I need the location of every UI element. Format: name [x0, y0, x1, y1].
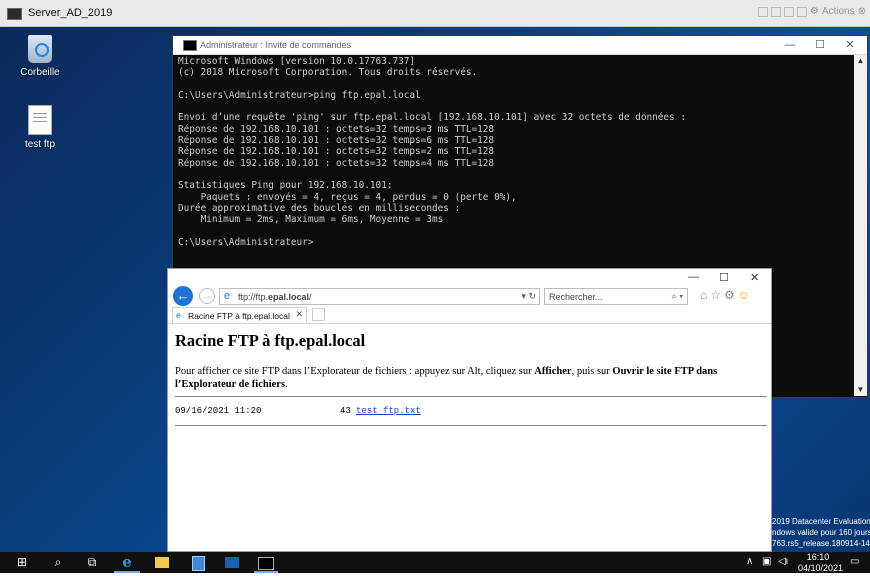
maximize-button[interactable]: ☐	[805, 36, 835, 54]
instructions-part1: Pour afficher ce site FTP dans l’Explora…	[175, 366, 535, 377]
powershell-icon	[225, 557, 239, 568]
vm-controls: ⚙ Actions ⊗	[757, 6, 866, 17]
clock-time: 16:10	[806, 552, 830, 562]
desktop-icon-label: test ftp	[24, 139, 55, 150]
address-bar[interactable]: e ftp://ftp.epal.local/ ▾ ↻	[219, 288, 540, 305]
os-watermark-line: 763.rs5_release.180914-1434	[772, 539, 870, 548]
search-icon[interactable]: ⌕	[48, 554, 68, 571]
refresh-icon[interactable]: ↻	[528, 291, 536, 301]
back-button[interactable]: ←	[173, 286, 193, 306]
maximize-button[interactable]: ☐	[719, 271, 729, 285]
instructions-text: Pour afficher ce site FTP dans l’Explora…	[175, 365, 767, 391]
notification-icon[interactable]: ▭	[850, 556, 859, 567]
address-url-domain: epal.local	[268, 292, 310, 302]
volume-icon[interactable]: ◁ι	[778, 556, 788, 567]
page-content: Racine FTP à ftp.epal.local Pour affiche…	[175, 325, 767, 426]
address-tools: ▾ ↻	[521, 291, 536, 302]
search-placeholder: Rechercher...	[549, 292, 603, 302]
start-button[interactable]: ⊞	[12, 554, 32, 571]
close-button[interactable]: ✕	[750, 271, 759, 285]
folder-icon	[155, 557, 169, 568]
os-watermark-line: ndows valide pour 160 jours	[772, 528, 870, 537]
gear-icon[interactable]: ⚙	[810, 6, 819, 17]
vm-actions-label[interactable]: Actions	[822, 6, 855, 17]
divider	[175, 396, 767, 397]
scrollbar[interactable]: ▲ ▼	[854, 55, 867, 396]
file-link[interactable]: test ftp.txt	[356, 406, 421, 416]
system-tray: ∧ ▣ ◁ι 16:10 04/10/2021 ▭	[738, 552, 870, 573]
address-url-suffix: /	[309, 292, 312, 302]
smiley-feedback-icon[interactable]: ☺	[738, 288, 753, 302]
instructions-bold1: Afficher	[534, 366, 572, 377]
os-watermark-line: 2019 Datacenter Evaluation	[772, 517, 870, 526]
instructions-part3: .	[285, 379, 288, 390]
close-tab-icon[interactable]: ✕	[295, 309, 303, 320]
clock[interactable]: 16:10 04/10/2021	[798, 552, 844, 573]
close-icon[interactable]: ⊗	[858, 6, 866, 17]
vm-control-2[interactable]	[770, 6, 781, 17]
tab-label: Racine FTP à ftp.epal.local	[188, 311, 290, 321]
server-manager-taskbar-button[interactable]	[186, 554, 210, 571]
new-tab-button[interactable]	[312, 308, 325, 321]
ie-logo-icon: e	[122, 553, 132, 571]
cmd-title-bar[interactable]: Administrateur : Invite de commandes — ☐…	[173, 36, 867, 55]
cmd-app-icon	[183, 40, 197, 51]
task-view-icon[interactable]: ⧉	[82, 554, 102, 571]
gear-icon[interactable]: ⚙	[724, 288, 738, 302]
monitor-icon	[7, 8, 22, 20]
test-ftp-shortcut[interactable]: test ftp	[10, 105, 70, 150]
home-icon[interactable]: ⌂	[700, 288, 710, 302]
divider	[175, 425, 767, 426]
address-url: ftp://ftp.epal.local/	[238, 292, 312, 302]
minimize-button[interactable]: —	[688, 271, 699, 285]
favorites-star-icon[interactable]: ☆	[710, 288, 724, 302]
internet-explorer-taskbar-button[interactable]: e	[114, 554, 140, 573]
scroll-down-icon[interactable]: ▼	[854, 384, 867, 396]
scroll-up-icon[interactable]: ▲	[854, 55, 867, 67]
console-output[interactable]: Microsoft Windows [version 10.0.17763.73…	[178, 56, 848, 248]
minimize-button[interactable]: —	[775, 36, 805, 54]
recycle-bin-shortcut[interactable]: Corbeille	[10, 35, 70, 78]
page-title: Racine FTP à ftp.epal.local	[175, 331, 366, 350]
recycle-bin-icon	[28, 35, 52, 63]
search-box[interactable]: Rechercher... ⌕ ▾	[544, 288, 688, 305]
dropdown-icon[interactable]: ▾	[521, 291, 526, 301]
forward-button[interactable]: →	[199, 288, 215, 304]
ie-logo-icon: e	[224, 290, 231, 302]
vm-control-1[interactable]	[757, 6, 768, 17]
cmd-window-title: Administrateur : Invite de commandes	[200, 40, 352, 50]
document-icon	[28, 105, 52, 135]
browser-window[interactable]: — ☐ ✕ ← → e ftp://ftp.epal.local/ ▾ ↻ Re…	[167, 268, 772, 552]
toolbar-icons: ⌂☆⚙☺	[700, 288, 753, 302]
tab-ftp-root[interactable]: e Racine FTP à ftp.epal.local ✕	[172, 307, 307, 323]
vm-title-bar: Server_AD_2019 ⚙ Actions ⊗	[0, 0, 870, 27]
vm-title: Server_AD_2019	[28, 7, 113, 19]
desktop-icon-label: Corbeille	[20, 67, 60, 78]
powershell-taskbar-button[interactable]	[220, 554, 244, 571]
vm-control-4[interactable]	[796, 6, 807, 17]
chevron-up-icon[interactable]: ∧	[746, 556, 753, 567]
server-manager-icon	[191, 556, 205, 571]
file-size: 43	[340, 406, 351, 416]
file-date: 09/16/2021 11:20	[175, 406, 262, 416]
close-button[interactable]: ✕	[835, 36, 865, 54]
instructions-part2: , puis sur	[571, 366, 613, 377]
file-explorer-taskbar-button[interactable]	[150, 554, 174, 571]
address-url-prefix: ftp://ftp.	[238, 292, 269, 302]
ie-tab-icon: e	[176, 310, 181, 320]
network-icon[interactable]: ▣	[762, 556, 771, 567]
cmd-icon	[258, 557, 274, 570]
clock-date: 04/10/2021	[798, 563, 844, 573]
vm-control-3[interactable]	[783, 6, 794, 17]
file-row: 09/16/2021 11:20 43 test ftp.txt	[175, 406, 767, 418]
search-icon[interactable]: ⌕ ▾	[672, 291, 683, 302]
taskbar: ⊞ ⌕ ⧉ e ∧ ▣ ◁ι 16:10 04/10/2021 ▭	[0, 552, 870, 573]
cmd-taskbar-button[interactable]	[254, 554, 278, 573]
tab-strip: e Racine FTP à ftp.epal.local ✕	[168, 307, 771, 324]
